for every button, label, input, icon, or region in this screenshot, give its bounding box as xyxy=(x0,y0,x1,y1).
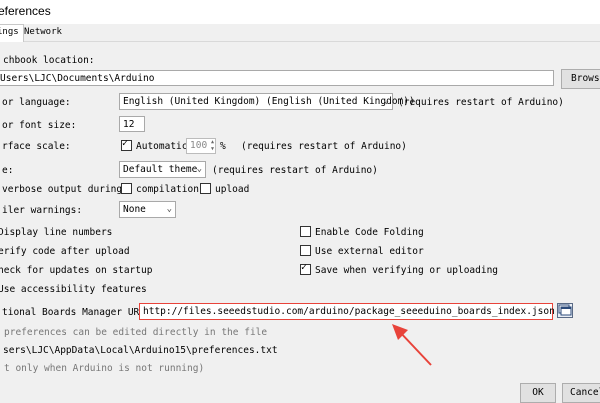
window-edit-icon[interactable] xyxy=(557,303,573,318)
scale-note: (requires restart of Arduino) xyxy=(241,141,407,152)
browse-button[interactable]: Browse xyxy=(561,69,600,89)
automatic-scale-label: Automatic xyxy=(136,141,188,152)
tab-strip: ings Network xyxy=(0,24,600,42)
language-note: (requires restart of Arduino) xyxy=(398,97,564,108)
save-on-verify-label: Save when verifying or uploading xyxy=(315,265,499,276)
font-size-label: or font size: xyxy=(2,120,77,131)
theme-select[interactable]: Default theme ⌄ xyxy=(119,161,206,178)
check-updates-label[interactable]: heck for updates on startup xyxy=(0,265,152,276)
window-title: eferences xyxy=(0,4,51,18)
compiler-warnings-value: None xyxy=(123,204,146,215)
external-editor-checkbox[interactable] xyxy=(300,245,311,256)
language-select[interactable]: English (United Kingdom) (English (Unite… xyxy=(119,93,415,110)
cancel-button[interactable]: Cancel xyxy=(562,383,600,403)
title-bar xyxy=(0,0,600,24)
verbose-label: verbose output during: xyxy=(2,184,128,195)
external-editor-label: Use external editor xyxy=(315,246,424,257)
spinner-arrows-icon[interactable]: ▲ ▼ xyxy=(211,139,214,153)
edit-file-note: preferences can be edited directly in th… xyxy=(4,327,268,338)
not-running-note: t only when Arduino is not running) xyxy=(4,363,205,374)
code-folding-label: Enable Code Folding xyxy=(315,227,424,238)
scale-spinner-value: 100 xyxy=(190,140,208,151)
interface-scale-label: rface scale: xyxy=(2,141,71,152)
boards-manager-url-input[interactable]: http://files.seeedstudio.com/arduino/pac… xyxy=(139,303,555,320)
code-folding-checkbox[interactable] xyxy=(300,226,311,237)
compiler-warnings-select[interactable]: None ⌄ xyxy=(119,201,176,218)
language-select-value: English (United Kingdom) (English (Unite… xyxy=(123,96,415,107)
verbose-upload-label: upload xyxy=(215,184,250,195)
sketchbook-label: chbook location: xyxy=(3,55,95,66)
chevron-down-icon: ⌄ xyxy=(196,164,202,174)
boards-manager-label: tional Boards Manager URLs: xyxy=(2,307,157,318)
verbose-compilation-label: compilation xyxy=(136,184,199,195)
tab-network[interactable]: Network xyxy=(20,25,66,40)
automatic-scale-checkbox[interactable] xyxy=(121,138,132,151)
sketchbook-location-input[interactable]: Users\LJC\Documents\Arduino xyxy=(0,70,554,86)
theme-label: e: xyxy=(2,165,14,176)
ok-button[interactable]: OK xyxy=(520,383,556,403)
verbose-upload-checkbox[interactable] xyxy=(200,183,211,194)
language-label: or language: xyxy=(2,97,71,108)
compiler-warnings-label: iler warnings: xyxy=(2,205,83,216)
preferences-path[interactable]: sers\LJC\AppData\Local\Arduino15\prefere… xyxy=(3,345,278,356)
verbose-compilation-checkbox[interactable] xyxy=(121,183,132,194)
red-arrow-icon xyxy=(386,320,436,370)
verify-after-upload-label[interactable]: erify code after upload xyxy=(0,246,130,257)
theme-note: (requires restart of Arduino) xyxy=(212,165,378,176)
scale-spinner[interactable]: 100 ▲ ▼ xyxy=(186,138,216,154)
chevron-down-icon: ⌄ xyxy=(383,96,389,106)
scale-unit: % xyxy=(220,141,226,152)
font-size-input[interactable]: 12 xyxy=(119,116,145,132)
accessibility-label[interactable]: Use accessibility features xyxy=(0,284,147,295)
chevron-down-icon: ⌄ xyxy=(166,204,172,214)
save-on-verify-checkbox[interactable] xyxy=(300,262,311,275)
theme-select-value: Default theme xyxy=(123,164,198,175)
display-line-numbers-label[interactable]: Display line numbers xyxy=(0,227,112,238)
